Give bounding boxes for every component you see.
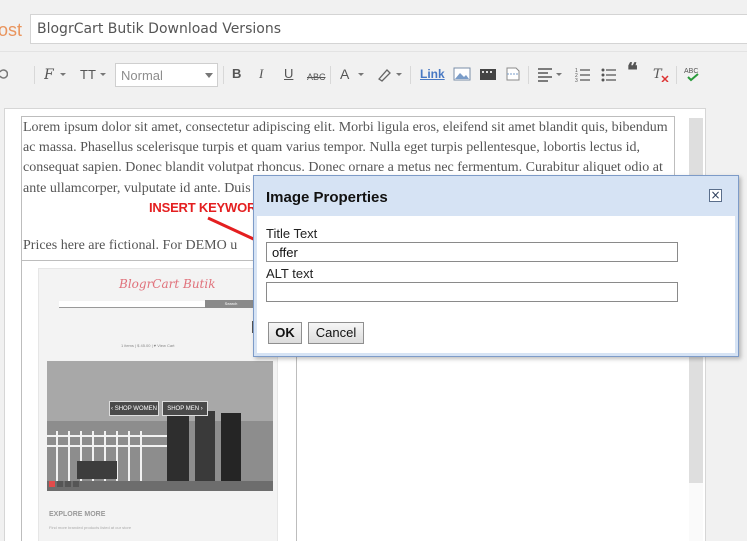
ok-button[interactable]: OK [268,322,302,344]
post-header: ost BlogrCart Butik Download Versions [0,0,747,52]
svg-text:3: 3 [575,78,578,82]
shop-men-button: SHOP MEN › [162,401,208,416]
cancel-button[interactable]: Cancel [308,322,364,344]
font-size-select[interactable]: Normal [115,63,218,87]
explore-title: EXPLORE MORE [49,511,106,518]
insert-image-icon[interactable] [453,66,471,82]
explore-subtitle: Find more branded products listed at our… [49,525,132,530]
svg-text:ABC: ABC [684,68,698,75]
title-text-label: Title Text [266,226,318,241]
redo-icon[interactable] [0,66,8,82]
post-label: ost [0,20,23,40]
editor-scrollbar-track[interactable] [689,483,703,541]
svg-text:TT: TT [80,67,96,82]
toolbar-separator [410,66,411,84]
svg-text:F: F [44,67,55,82]
alt-text-input[interactable] [266,282,678,302]
bulleted-list-icon[interactable] [601,66,617,82]
store-search-field [59,301,205,308]
insert-jump-break-icon[interactable] [505,66,521,82]
highlight-color-icon[interactable] [376,66,406,82]
strikethrough-icon[interactable]: ABC [307,69,326,85]
toolbar-separator [330,66,331,84]
underline-icon[interactable]: U [284,66,293,82]
insert-video-icon[interactable] [479,66,497,82]
dialog-body: Title Text offer ALT text OK Cancel [257,216,735,353]
store-preview-image[interactable]: BlogrCart Butik Search 1 items | $ 45.00… [38,268,278,541]
store-cart-info: 1 items | $ 45.00 | ♥ View Cart [121,343,175,348]
store-hero-banner: ‹ SHOP WOMEN SHOP MEN › [47,361,273,491]
font-family-icon[interactable]: F [44,66,66,82]
hero-scene-graphic [47,361,273,491]
title-text-input[interactable]: offer [266,242,678,262]
alt-text-label: ALT text [266,266,314,281]
remove-formatting-icon[interactable]: T [653,66,669,82]
store-logo: BlogrCart Butik [119,277,216,291]
quote-icon[interactable]: ❝ [627,61,638,81]
italic-icon[interactable]: I [259,66,263,82]
dialog-title: Image Properties [266,189,388,206]
svg-text:A: A [340,66,350,82]
image-properties-dialog: Image Properties × Title Text offer ALT … [253,175,739,357]
close-icon[interactable]: × [709,189,722,202]
store-search-button: Search [205,300,257,308]
text-size-icon[interactable]: TT [80,66,108,82]
spellcheck-icon[interactable]: ABC [684,66,702,82]
post-title-input[interactable]: BlogrCart Butik Download Versions [30,14,747,44]
toolbar-separator [528,66,529,84]
toolbar-separator [676,66,677,84]
numbered-list-icon[interactable]: 123 [575,66,591,82]
toolbar-separator [34,66,35,84]
blogger-post-editor: ost BlogrCart Butik Download Versions F … [0,0,747,541]
toolbar-separator [223,66,224,84]
bold-icon[interactable]: B [232,66,241,82]
editor-toolbar: F TT Normal B I U ABC A Link 1 2 3 ❝ T A… [0,58,747,92]
svg-text:T: T [653,67,663,82]
chevron-down-icon [205,73,213,78]
shop-women-button: ‹ SHOP WOMEN [109,401,159,416]
text-color-icon[interactable]: A [340,66,368,82]
font-size-value: Normal [121,68,163,83]
insert-link-button[interactable]: Link [420,67,445,81]
alignment-icon[interactable] [537,66,565,82]
